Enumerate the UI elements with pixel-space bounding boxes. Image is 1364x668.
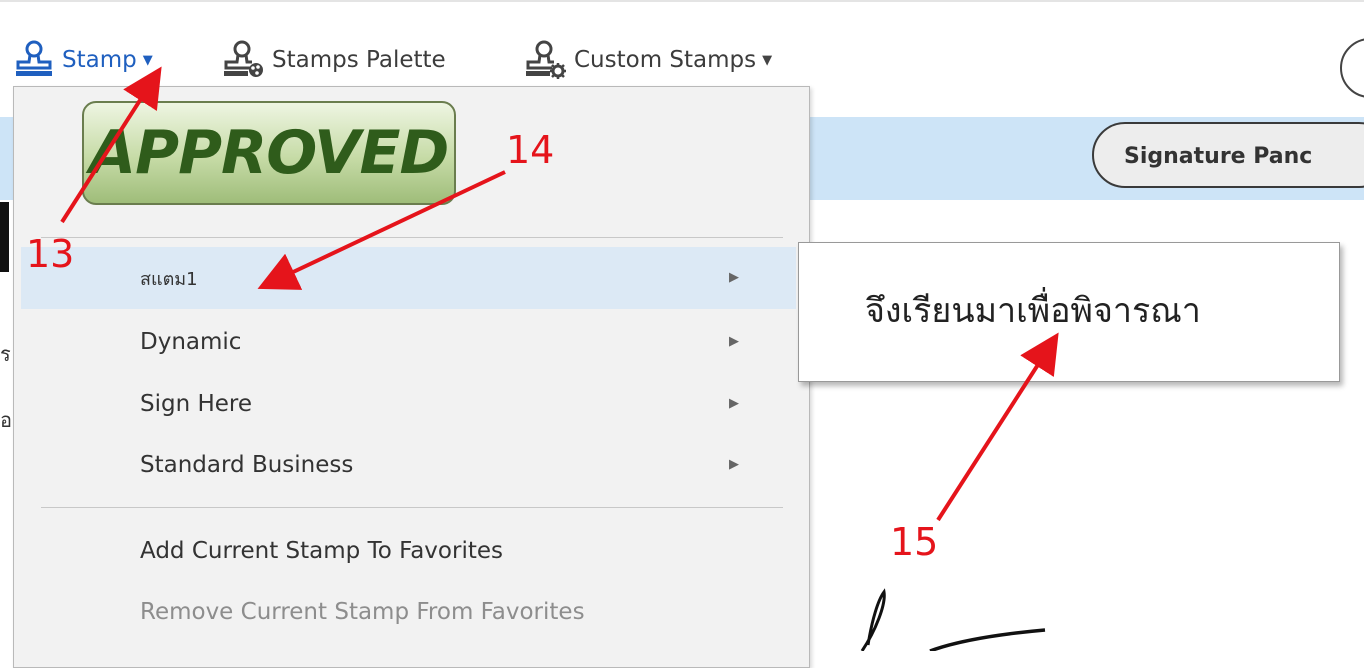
annotation-label-14: 14 xyxy=(506,128,555,172)
annotation-arrow-13 xyxy=(60,66,162,224)
annotation-arrow-14 xyxy=(257,170,506,290)
annotation-arrow-15 xyxy=(936,332,1059,522)
annotation-arrows xyxy=(60,66,1059,522)
annotation-label-15: 15 xyxy=(890,520,939,564)
annotation-label-13: 13 xyxy=(26,232,75,276)
